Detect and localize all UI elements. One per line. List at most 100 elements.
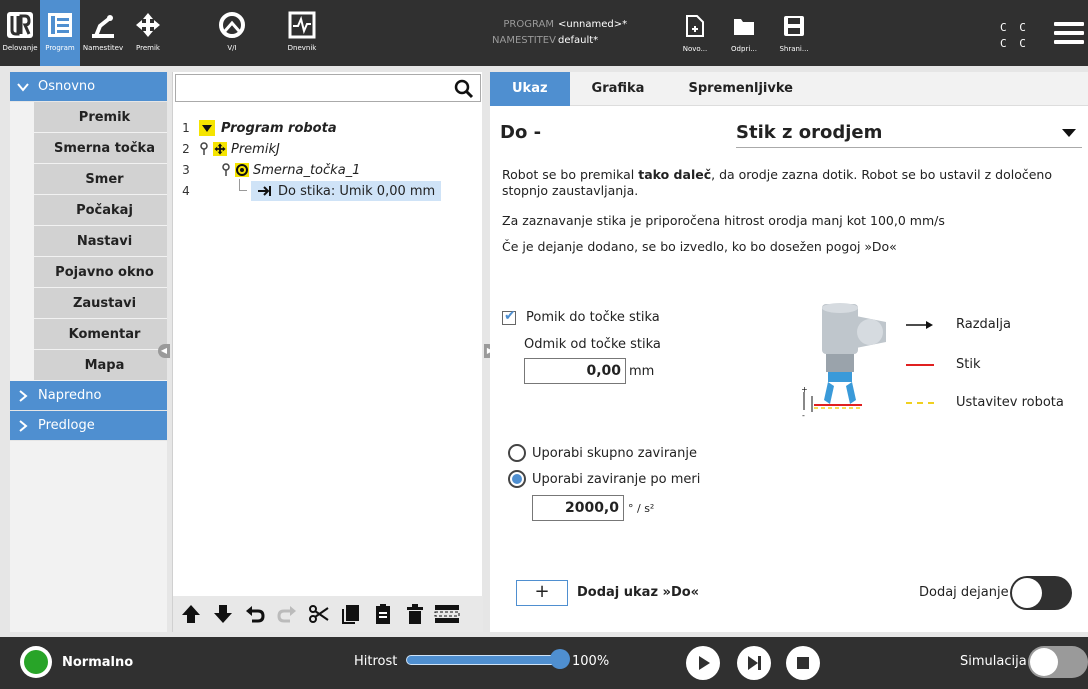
nav-vi[interactable]: V/I <box>212 0 252 66</box>
waypoint-icon <box>235 163 249 177</box>
toggle-knob <box>1012 578 1042 608</box>
category-napredno[interactable]: Napredno <box>10 381 167 411</box>
speed-indicator: C C C C <box>1000 20 1029 52</box>
radio-label: Uporabi skupno zaviranje <box>532 445 698 461</box>
new-label: Novo... <box>682 45 708 53</box>
collapse-sidebar-handle[interactable]: ◀ <box>158 344 170 358</box>
nav-premik[interactable]: Premik <box>126 0 170 66</box>
speed-value: 100% <box>572 654 610 669</box>
stop-button[interactable] <box>786 646 820 680</box>
contact-point-checkbox-row[interactable]: ✔ Pomik do točke stika <box>502 307 660 325</box>
delete-button[interactable] <box>399 599 431 629</box>
nav-delovanje[interactable]: Delovanje <box>0 0 40 66</box>
tree-row[interactable]: 3 Smerna_točka_1 <box>173 160 360 180</box>
add-action-label: Dodaj dejanje <box>919 585 1009 600</box>
speed-slider-knob[interactable] <box>550 649 570 669</box>
sidebar-item-smer[interactable]: Smer <box>34 164 167 195</box>
speed-slider[interactable] <box>406 655 562 665</box>
move-down-button[interactable] <box>207 599 239 629</box>
red-line-swatch <box>906 363 934 366</box>
paste-button[interactable] <box>367 599 399 629</box>
radio-common-decel[interactable]: Uporabi skupno zaviranje <box>508 444 697 462</box>
pin-icon <box>222 163 230 176</box>
nav-namestitev[interactable]: Namestitev <box>80 0 126 66</box>
arrow-right-icon <box>906 320 933 329</box>
tab-spremenljivke[interactable]: Spremenljivke <box>666 72 814 106</box>
stop-icon <box>797 657 809 669</box>
open-label: Odpri... <box>731 45 757 53</box>
suppress-button[interactable] <box>431 599 463 629</box>
category-predloge[interactable]: Predloge <box>10 411 167 441</box>
offset-input[interactable]: 0,00 <box>524 358 626 384</box>
arrow-up-icon <box>182 605 200 623</box>
radio-custom-decel[interactable]: Uporabi zaviranje po meri <box>508 470 700 488</box>
program-key: PROGRAM <box>503 19 554 30</box>
speed-label: Hitrost <box>354 654 398 669</box>
dropdown-caret-icon <box>1062 129 1076 137</box>
category-osnovno[interactable]: Osnovno <box>10 72 167 102</box>
radio-button-selected[interactable] <box>508 470 526 488</box>
save-icon <box>784 16 804 36</box>
step-icon <box>748 656 761 670</box>
ur-logo-icon <box>7 12 33 38</box>
tree-row[interactable]: 1 Program robota <box>173 118 337 138</box>
sidebar-item-zaustavi[interactable]: Zaustavi <box>34 288 167 319</box>
robot-arm-icon <box>92 15 114 38</box>
legend-stop: Ustavitev robota <box>906 395 1064 410</box>
step-button[interactable] <box>737 646 771 680</box>
status-ok-icon <box>24 650 48 674</box>
save-button[interactable]: Shrani... <box>774 14 814 53</box>
move-arrows-icon <box>213 142 227 156</box>
chevron-right-icon <box>19 389 28 402</box>
nav-label: Namestitev <box>82 44 124 52</box>
tree-row-selected[interactable]: 4 Do stika: Umik 0,00 mm <box>173 179 483 201</box>
play-button[interactable] <box>686 646 720 680</box>
check-icon: ✔ <box>504 307 516 324</box>
hamburger-menu-icon[interactable] <box>1054 22 1084 49</box>
open-button[interactable]: Odpri... <box>724 14 764 53</box>
nav-dnevnik[interactable]: Dnevnik <box>282 0 322 66</box>
nav-program[interactable]: Program <box>40 0 80 66</box>
sidebar-item-nastavi[interactable]: Nastavi <box>34 226 167 257</box>
add-until-button[interactable]: + <box>516 580 568 606</box>
new-button[interactable]: Novo... <box>675 14 715 53</box>
search-icon[interactable] <box>454 79 474 99</box>
sidebar-item-mapa[interactable]: Mapa <box>34 350 167 381</box>
sidebar-item-komentar[interactable]: Komentar <box>34 319 167 350</box>
install-key: NAMESTITEV <box>492 35 556 46</box>
install-value: default* <box>558 35 599 46</box>
move-up-button[interactable] <box>175 599 207 629</box>
sidebar-item-smerna-tocka[interactable]: Smerna točka <box>34 133 167 164</box>
add-action-toggle[interactable] <box>1010 576 1072 610</box>
tab-grafika[interactable]: Grafika <box>570 72 667 106</box>
sidebar-item-pocakaj[interactable]: Počakaj <box>34 195 167 226</box>
radio-button[interactable] <box>508 444 526 462</box>
yellow-dash-swatch <box>906 401 934 404</box>
suppress-icon <box>434 605 460 623</box>
cc-line: C C <box>1000 21 1029 34</box>
simulation-label: Simulacija <box>960 654 1027 669</box>
undo-button[interactable] <box>239 599 271 629</box>
sidebar-item-pojavno-okno[interactable]: Pojavno okno <box>34 257 167 288</box>
decel-input[interactable]: 2000,0 <box>532 495 624 521</box>
contact-point-checkbox[interactable]: ✔ <box>502 307 516 325</box>
until-type-select[interactable]: Stik z orodjem <box>736 118 1082 148</box>
simulation-toggle[interactable] <box>1028 646 1088 678</box>
program-value: <unnamed>* <box>558 19 628 30</box>
redo-button[interactable] <box>271 599 303 629</box>
tree-row[interactable]: 2 PremikJ <box>173 139 280 159</box>
search-input[interactable] <box>175 74 481 102</box>
tab-ukaz[interactable]: Ukaz <box>490 72 570 106</box>
nav-label: Program <box>45 44 75 52</box>
program-tree-icon <box>48 13 72 37</box>
cut-button[interactable] <box>303 599 335 629</box>
copy-button[interactable] <box>335 599 367 629</box>
pin-icon <box>200 142 208 155</box>
tree-label: Program robota <box>221 120 337 136</box>
tree-label: Do stika: Umik 0,00 mm <box>278 183 436 199</box>
status-label: Normalno <box>62 655 134 670</box>
robot-status-button[interactable] <box>20 646 52 678</box>
sidebar-item-premik[interactable]: Premik <box>34 102 167 133</box>
offset-unit: mm <box>629 364 655 379</box>
chevron-right-icon <box>19 419 28 432</box>
